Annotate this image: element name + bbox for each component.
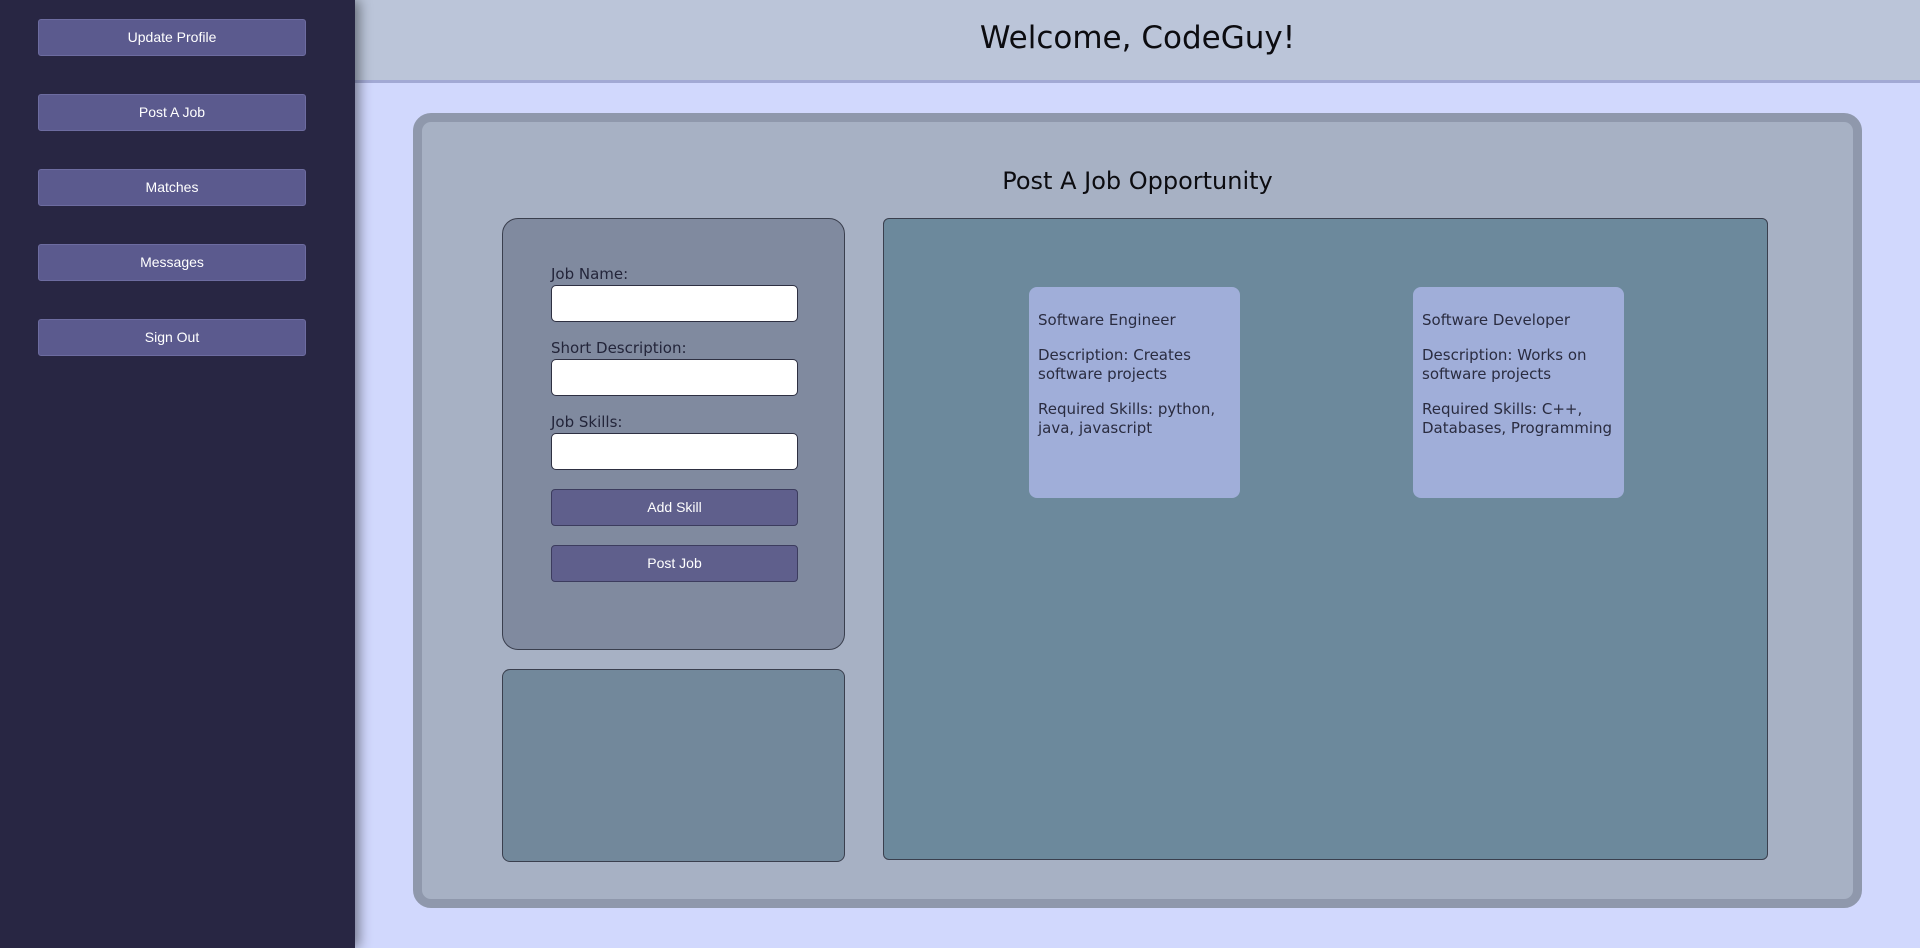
skills-list-box	[502, 669, 845, 862]
job-card[interactable]: Software Engineer Description: Creates s…	[1029, 287, 1240, 498]
messages-button[interactable]: Messages	[38, 244, 306, 281]
post-job-panel: Post A Job Opportunity Job Name: Short D…	[413, 113, 1862, 908]
job-name-input[interactable]	[551, 285, 798, 322]
job-skills-label: Job Skills:	[551, 413, 623, 431]
job-title: Software Engineer	[1038, 311, 1176, 329]
job-title: Software Developer	[1422, 311, 1571, 329]
job-card[interactable]: Software Developer Description: Works on…	[1413, 287, 1624, 498]
sign-out-button[interactable]: Sign Out	[38, 319, 306, 356]
add-skill-button[interactable]: Add Skill	[551, 489, 798, 526]
job-skills: Required Skills: C++, Databases, Program…	[1422, 400, 1613, 437]
matches-button[interactable]: Matches	[38, 169, 306, 206]
job-name-label: Job Name:	[551, 265, 629, 283]
sidebar: Update Profile Post A Job Matches Messag…	[0, 0, 355, 948]
welcome-title: Welcome, CodeGuy!	[979, 20, 1296, 56]
job-skills-input[interactable]	[551, 433, 798, 470]
post-job-button[interactable]: Post Job	[551, 545, 798, 582]
short-description-label: Short Description:	[551, 339, 687, 357]
header: Welcome, CodeGuy!	[355, 0, 1920, 83]
page-title: Post A Job Opportunity	[1002, 167, 1273, 195]
short-description-input[interactable]	[551, 359, 798, 396]
post-a-job-button[interactable]: Post A Job	[38, 94, 306, 131]
posted-jobs-area: Software Engineer Description: Creates s…	[883, 218, 1768, 860]
job-description: Description: Works on software projects	[1422, 346, 1587, 383]
update-profile-button[interactable]: Update Profile	[38, 19, 306, 56]
job-skills: Required Skills: python, java, javascrip…	[1038, 400, 1216, 437]
job-form: Job Name: Short Description: Job Skills:…	[502, 218, 845, 650]
job-description: Description: Creates software projects	[1038, 346, 1191, 383]
